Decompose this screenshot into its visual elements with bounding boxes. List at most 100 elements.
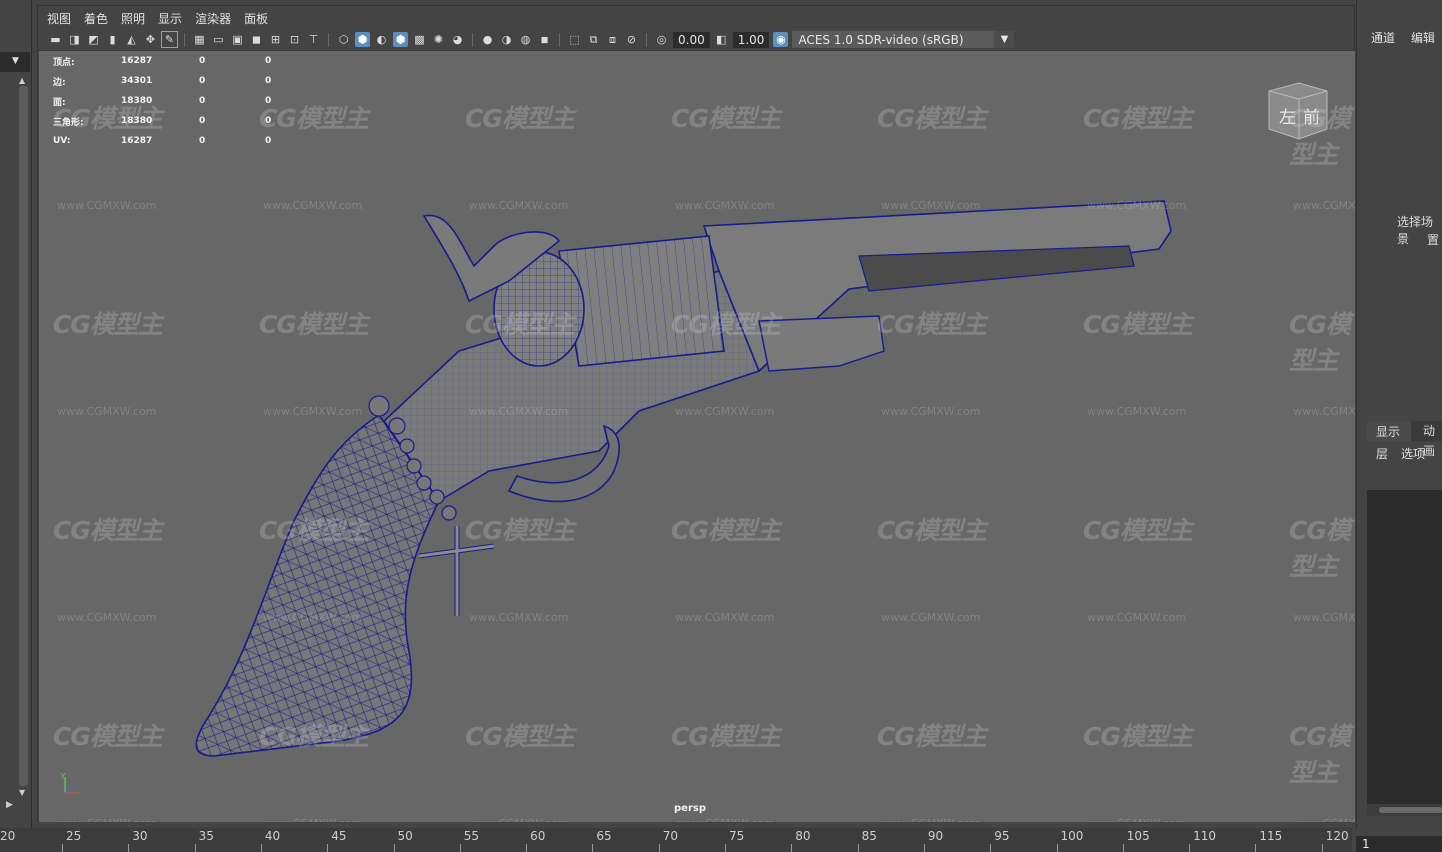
layer-editor-tabs: 显示 动画 <box>1367 421 1442 458</box>
3d-viewport[interactable]: 顶点: 16287 0 0 边: 34301 0 0 面: 18380 0 0 … <box>39 51 1355 822</box>
wireframe-on-shaded-icon[interactable]: ⬢ <box>393 32 408 47</box>
watermark-logo: CG模型主 <box>671 104 781 133</box>
layer-list[interactable] <box>1367 490 1442 810</box>
anti-aliasing-icon[interactable]: ◍ <box>518 32 533 47</box>
view-transform-value: ACES 1.0 SDR-video (sRGB) <box>798 32 964 47</box>
timeline-label: 50 <box>397 829 413 843</box>
color-management-icon[interactable]: ◉ <box>773 32 789 47</box>
toolbar-divider <box>472 32 473 47</box>
revolver-grip[interactable] <box>195 413 440 757</box>
camera-attributes-icon[interactable]: ◨ <box>67 32 82 47</box>
axis-gizmo: y <box>57 771 87 804</box>
left-tool-strip: ▼ ▲ ▼ ▶ <box>0 0 32 852</box>
panel-menu-bar: 视图 着色 照明 显示 渲染器 面板 <box>38 6 1354 30</box>
revolver-barrel[interactable] <box>702 200 1172 373</box>
timeline-label: 35 <box>198 829 214 843</box>
gate-mask-icon[interactable]: ◼ <box>249 32 264 47</box>
menu-panels[interactable]: 面板 <box>244 10 268 27</box>
timeline-label: 85 <box>861 829 877 843</box>
timeline-label: 115 <box>1259 829 1283 843</box>
timeline-label: 70 <box>662 829 678 843</box>
panel-toolbar: ▬ ◨ ◩ ▮ ◭ ✥ ✎ ▦ ▭ ▣ ◼ ⊞ ⊡ ⊤ ⬡ ⬢ ◐ ⬢ ▩ ✺ … <box>38 29 1354 51</box>
watermark-url: www.CGMXW.com <box>469 611 569 624</box>
timeline-tick <box>923 844 925 852</box>
default-material-icon[interactable]: ◐ <box>374 32 389 47</box>
watermark-url: www.CGMXW.com <box>57 199 157 212</box>
menu-options[interactable]: 选项 <box>1401 445 1425 462</box>
timeline-label: 80 <box>795 829 811 843</box>
tab-anim[interactable]: 动画 <box>1423 421 1442 461</box>
tab-edit[interactable]: 编辑 <box>1411 29 1435 46</box>
watermark-logo: CG模型主 <box>259 310 369 339</box>
left-scrollbar[interactable] <box>19 86 28 786</box>
depth-of-field-icon[interactable]: ◾ <box>537 32 552 47</box>
menu-layers[interactable]: 层 <box>1376 445 1388 462</box>
scrollbar-thumb[interactable] <box>1379 807 1442 813</box>
xray-icon[interactable]: ⧉ <box>586 32 601 47</box>
safe-title-icon[interactable]: ⊤ <box>306 32 321 47</box>
film-gate-icon[interactable]: ▭ <box>211 32 226 47</box>
wireframe-icon[interactable]: ⬡ <box>336 32 351 47</box>
gamma-icon[interactable]: ◧ <box>714 32 729 47</box>
timeline-label: 25 <box>66 829 82 843</box>
screen-space-ao-icon[interactable]: ● <box>480 32 495 47</box>
toolbar-divider <box>184 32 185 47</box>
tab-display[interactable]: 显示 <box>1367 421 1411 441</box>
watermark-logo: CG模型主 <box>1289 516 1351 581</box>
field-chart-icon[interactable]: ⊞ <box>268 32 283 47</box>
tab-channels[interactable]: 通道 <box>1371 29 1395 46</box>
view-transform-select[interactable]: ACES 1.0 SDR-video (sRGB) ▼ <box>792 31 1015 48</box>
revolver-model[interactable] <box>39 51 1355 822</box>
timeline-label: 120 <box>1325 829 1349 843</box>
bookmark-flag-icon[interactable]: ▮ <box>105 32 120 47</box>
textured-icon[interactable]: ▩ <box>412 32 427 47</box>
resolution-gate-icon[interactable]: ▣ <box>230 32 245 47</box>
watermark-logo: CG模型主 <box>1289 310 1351 375</box>
motion-blur-icon[interactable]: ◑ <box>499 32 514 47</box>
safe-action-icon[interactable]: ⊡ <box>287 32 302 47</box>
grease-pencil-icon[interactable]: ✎ <box>161 31 178 48</box>
watermark-logo: CG模型主 <box>671 310 781 339</box>
smooth-shade-icon[interactable]: ⬢ <box>355 32 370 47</box>
watermark-logo: CG模型主 <box>465 722 575 751</box>
menu-shading[interactable]: 着色 <box>84 10 108 27</box>
current-frame-field[interactable]: 1 <box>1356 836 1442 852</box>
watermark-logo: CG模型主 <box>259 516 369 545</box>
watermark-url: www.CGMXW.com <box>881 405 981 418</box>
watermark-url: www.CGMXW.com <box>469 405 569 418</box>
exposure-icon[interactable]: ◎ <box>654 32 669 47</box>
timeline-tick <box>260 844 262 852</box>
timeline-label: 95 <box>994 829 1010 843</box>
menu-view[interactable]: 视图 <box>47 10 71 27</box>
menu-lighting[interactable]: 照明 <box>121 10 145 27</box>
layer-horizontal-scrollbar[interactable] <box>1367 804 1442 816</box>
timeline-label: 55 <box>463 829 480 843</box>
select-hint-line2: 置 <box>1427 233 1440 247</box>
expand-arrow-icon[interactable]: ▶ <box>6 800 13 810</box>
timeline-label: 110 <box>1193 829 1216 843</box>
select-camera-icon[interactable]: ▬ <box>48 32 63 47</box>
gamma-field[interactable]: 1.00 <box>732 31 770 48</box>
pan-zoom-icon[interactable]: ✥ <box>143 32 158 47</box>
scroll-up-icon[interactable]: ▲ <box>19 76 25 85</box>
shadows-icon[interactable]: ◕ <box>450 32 465 47</box>
chevron-down-icon[interactable]: ▼ <box>12 56 19 66</box>
bookmarks-icon[interactable]: ◩ <box>86 32 101 47</box>
lights-icon[interactable]: ✺ <box>431 32 446 47</box>
menu-renderer[interactable]: 渲染器 <box>195 10 231 27</box>
watermark-url: www.CGMXW.com <box>1293 199 1355 212</box>
watermark-url: www.CGMXW.com <box>1293 405 1355 418</box>
scroll-down-icon[interactable]: ▼ <box>19 788 25 797</box>
xray-joints-icon[interactable]: ⊘ <box>624 32 639 47</box>
xray-active-icon[interactable]: ⧈ <box>605 32 620 47</box>
image-plane-icon[interactable]: ◭ <box>124 32 139 47</box>
grid-icon[interactable]: ▦ <box>192 32 207 47</box>
watermark-url: www.CGMXW.com <box>675 405 775 418</box>
watermark-url: www.CGMXW.com <box>57 611 157 624</box>
chevron-down-icon[interactable]: ▼ <box>994 31 1015 48</box>
watermark-url: www.CGMXW.com <box>469 199 569 212</box>
time-slider[interactable]: 20 25 30 35 40 45 50 55 60 65 70 75 80 85 90 95 100 105 1… <box>0 828 1352 852</box>
menu-show[interactable]: 显示 <box>158 10 182 27</box>
isolate-select-icon[interactable]: ⬚ <box>567 32 582 47</box>
exposure-field[interactable]: 0.00 <box>673 31 710 48</box>
